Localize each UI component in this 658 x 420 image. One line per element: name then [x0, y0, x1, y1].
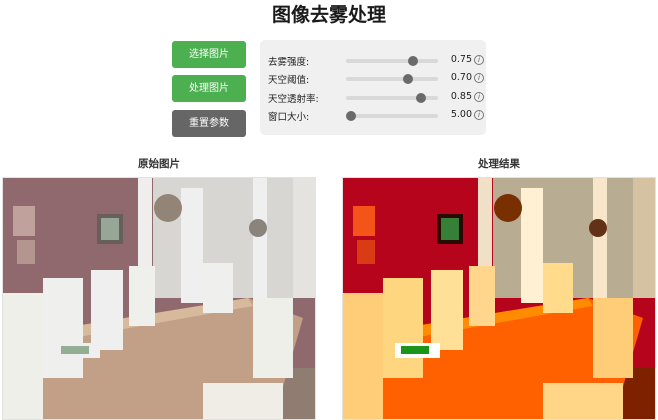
param-label: 天空透射率: — [268, 94, 319, 105]
info-icon[interactable]: i — [474, 92, 484, 102]
result-image-photo — [343, 178, 655, 419]
window-size-slider[interactable] — [346, 111, 438, 121]
param-label: 天空阈值: — [268, 75, 310, 86]
param-value: 0.70 — [450, 72, 472, 83]
slider-thumb[interactable] — [403, 74, 414, 84]
slider-thumb[interactable] — [346, 111, 356, 121]
reset-params-button[interactable]: 重置参数 — [172, 110, 246, 137]
param-value: 0.75 — [450, 54, 472, 65]
select-image-button[interactable]: 选择图片 — [172, 41, 246, 68]
param-label: 窗口大小: — [268, 112, 310, 123]
parameter-panel: 去雾强度: 0.75 i 天空阈值: 0.70 i 天空透射率: 0.85 i … — [260, 40, 486, 135]
sky-threshold-slider[interactable] — [346, 74, 438, 84]
param-row-sky-transmission: 天空透射率: 0.85 i — [268, 89, 484, 107]
page-title: 图像去雾处理 — [271, 4, 386, 26]
info-icon[interactable]: i — [474, 73, 484, 83]
param-label: 去雾强度: — [268, 57, 310, 68]
original-image — [2, 177, 316, 420]
info-icon[interactable]: i — [474, 110, 484, 120]
process-image-button[interactable]: 处理图片 — [172, 75, 246, 102]
param-row-dehaze-strength: 去雾强度: 0.75 i — [268, 52, 484, 70]
param-row-window-size: 窗口大小: 5.00 i — [268, 107, 484, 125]
slider-thumb[interactable] — [407, 56, 418, 66]
param-value: 0.85 — [450, 91, 472, 102]
param-row-sky-threshold: 天空阈值: 0.70 i — [268, 70, 484, 88]
info-icon[interactable]: i — [474, 55, 484, 65]
sky-transmission-slider[interactable] — [346, 93, 438, 103]
result-image-title: 处理结果 — [478, 158, 520, 170]
dehaze-strength-slider[interactable] — [346, 56, 438, 66]
result-image — [342, 177, 656, 420]
original-image-photo — [3, 178, 315, 419]
original-image-title: 原始图片 — [138, 158, 180, 170]
param-value: 5.00 — [450, 109, 472, 120]
slider-thumb[interactable] — [415, 93, 426, 103]
